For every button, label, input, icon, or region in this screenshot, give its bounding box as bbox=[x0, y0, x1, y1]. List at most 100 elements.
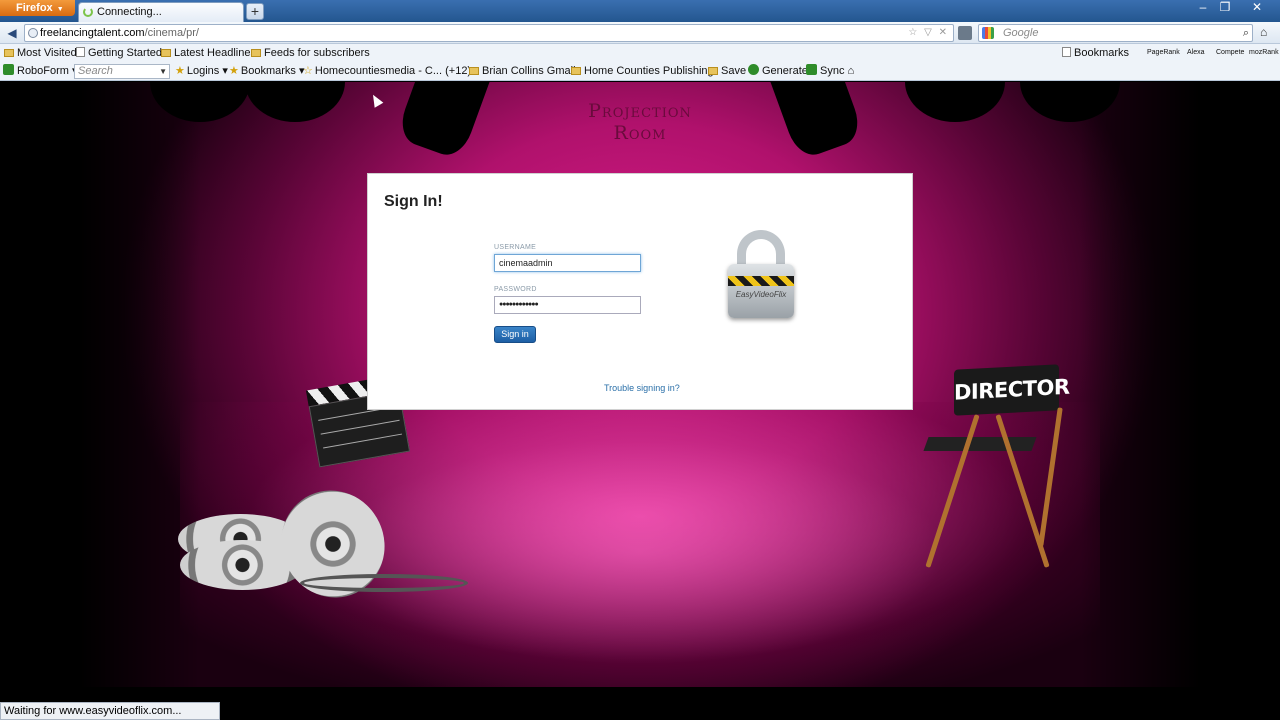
brian-gmail-login[interactable]: Brian Collins Gmail bbox=[469, 62, 576, 81]
publishing-label: Home Counties Publishing bbox=[584, 65, 714, 77]
bookmarks-icon bbox=[1062, 47, 1071, 57]
roboform-search-input[interactable]: Search ▼ bbox=[74, 64, 170, 79]
seo-mozrank[interactable]: mozRank bbox=[1249, 44, 1279, 62]
spotlight-icon bbox=[765, 82, 865, 161]
roboform-icon bbox=[3, 64, 14, 75]
bookmark-label: Most Visited bbox=[17, 47, 77, 59]
homecounties-login[interactable]: ☆ Homecountiesmedia - C... (+12) bbox=[303, 62, 471, 81]
url-host: freelancingtalent.com bbox=[40, 27, 145, 39]
home-counties-publishing-login[interactable]: Home Counties Publishing bbox=[571, 62, 714, 81]
folder-icon bbox=[4, 49, 14, 57]
sync-icon bbox=[806, 64, 817, 75]
save-label: Save bbox=[721, 65, 747, 77]
spotlight-icon bbox=[395, 82, 495, 161]
maximize-button[interactable]: ❐ bbox=[1214, 0, 1236, 16]
generate-button[interactable]: Generate bbox=[748, 62, 808, 81]
homecounties-count: (+12) bbox=[445, 65, 472, 77]
chair-seat bbox=[923, 437, 1037, 451]
lock-brand-logo: EasyVideoFlix bbox=[735, 290, 787, 299]
brian-label: Brian Collins Gmail bbox=[482, 65, 576, 77]
roboform-search-placeholder: Search bbox=[78, 65, 113, 77]
url-path: /cinema/pr/ bbox=[144, 27, 199, 39]
url-bar-actions[interactable]: ☆ ▽ ✕ bbox=[908, 25, 949, 41]
bookmark-feeds[interactable]: Feeds for subscribers bbox=[251, 44, 370, 62]
save-icon bbox=[708, 67, 718, 75]
new-tab-button[interactable]: + bbox=[246, 3, 264, 20]
search-engine-icon[interactable] bbox=[982, 27, 994, 39]
loading-spinner-icon bbox=[83, 7, 93, 17]
tab-title: Connecting... bbox=[97, 6, 162, 18]
navigation-toolbar: ◀ freelancingtalent.com/cinema/pr/ ☆ ▽ ✕… bbox=[0, 22, 1280, 44]
seo-pagerank[interactable]: PageRank bbox=[1147, 44, 1180, 62]
folder-icon bbox=[161, 49, 171, 57]
home-icon[interactable]: ⌂ bbox=[848, 65, 855, 77]
password-label: PASSWORD bbox=[494, 286, 537, 293]
roboform-menu[interactable]: RoboForm ▾ bbox=[3, 62, 78, 81]
minimize-button[interactable]: – bbox=[1192, 0, 1214, 16]
padlock-icon: EasyVideoFlix bbox=[728, 230, 794, 320]
firefox-menu-label: Firefox bbox=[16, 2, 53, 14]
spotlight-icon bbox=[245, 82, 345, 122]
signin-button[interactable]: Sign in bbox=[494, 326, 536, 343]
bookmark-label: Getting Started bbox=[88, 47, 162, 59]
roboform-label: RoboForm bbox=[17, 65, 69, 77]
username-field[interactable]: cinemaadmin bbox=[494, 254, 641, 272]
sync-button[interactable]: Sync ⌂ bbox=[806, 62, 854, 81]
login-icon bbox=[571, 67, 581, 75]
roboform-toolbar: RoboForm ▾ Search ▼ ★Logins ▾ ★Bookmarks … bbox=[0, 62, 1280, 81]
seo-compete[interactable]: Compete bbox=[1216, 44, 1244, 62]
back-button[interactable]: ◀ bbox=[4, 25, 20, 41]
seo-alexa[interactable]: Alexa bbox=[1187, 44, 1205, 62]
password-field[interactable]: ●●●●●●●●●●●● bbox=[494, 296, 641, 314]
bookmark-label: Latest Headlines bbox=[174, 47, 256, 59]
status-bar: Waiting for www.easyvideoflix.com... bbox=[0, 702, 220, 720]
search-input[interactable]: Google ⌕ bbox=[978, 24, 1253, 42]
hazard-stripe bbox=[728, 276, 794, 286]
film-strip-icon bbox=[300, 574, 468, 592]
sync-label: Sync bbox=[820, 65, 845, 77]
star-icon: ★ bbox=[229, 65, 239, 77]
chevron-down-icon: ▼ bbox=[56, 6, 64, 13]
home-icon[interactable]: ⌂ bbox=[1260, 25, 1267, 39]
trouble-signing-in-link[interactable]: Trouble signing in? bbox=[604, 383, 680, 393]
spotlight-icon bbox=[905, 82, 1005, 122]
stage-shadow-left bbox=[0, 82, 200, 687]
feed-icon[interactable] bbox=[958, 26, 972, 40]
stage-shadow-right bbox=[1080, 82, 1280, 687]
save-button[interactable]: Save bbox=[708, 62, 746, 81]
key-icon: ★ bbox=[175, 65, 185, 77]
bookmark-latest-headlines[interactable]: Latest Headlines bbox=[161, 44, 256, 62]
bookmark-most-visited[interactable]: Most Visited bbox=[4, 44, 77, 62]
bookmark-getting-started[interactable]: Getting Started bbox=[76, 44, 162, 62]
bookmark-label: Bookmarks bbox=[1074, 47, 1130, 59]
signin-card: Sign In! USERNAME cinemaadmin PASSWORD ●… bbox=[367, 173, 913, 410]
director-chair-icon: DIRECTOR bbox=[920, 364, 1070, 577]
bookmarks-label: Bookmarks bbox=[240, 65, 296, 77]
logins-menu[interactable]: ★ Logins ▾ bbox=[175, 62, 228, 81]
bookmarks-toolbar: Most Visited Getting Started Latest Head… bbox=[0, 44, 1280, 62]
bookmark-label: Feeds for subscribers bbox=[264, 47, 370, 59]
chevron-down-icon[interactable]: ▼ bbox=[159, 65, 167, 78]
padlock-body: EasyVideoFlix bbox=[728, 264, 794, 318]
username-label: USERNAME bbox=[494, 244, 537, 251]
site-identity-icon[interactable] bbox=[28, 28, 38, 38]
tab-active[interactable]: Connecting... bbox=[78, 2, 244, 22]
folder-icon bbox=[251, 49, 261, 57]
page-icon bbox=[76, 47, 85, 57]
slate-line bbox=[320, 419, 400, 435]
roboform-bookmarks-menu[interactable]: ★ Bookmarks ▾ bbox=[229, 62, 304, 81]
firefox-menu-button[interactable]: Firefox ▼ bbox=[0, 0, 75, 16]
bookmarks-menu[interactable]: Bookmarks bbox=[1062, 44, 1129, 62]
generate-label: Generate bbox=[762, 65, 808, 77]
url-bar[interactable]: freelancingtalent.com/cinema/pr/ ☆ ▽ ✕ bbox=[24, 24, 954, 42]
star-icon: ☆ bbox=[303, 65, 313, 77]
slate-line bbox=[323, 433, 403, 449]
generate-icon bbox=[748, 64, 759, 75]
signin-title: Sign In! bbox=[384, 193, 443, 210]
page-title: Projection Room bbox=[588, 100, 692, 144]
close-window-button[interactable]: ✕ bbox=[1238, 0, 1276, 16]
search-icon[interactable]: ⌕ bbox=[1243, 25, 1249, 41]
chair-leg bbox=[1038, 407, 1063, 547]
tab-strip: Firefox ▼ Connecting... + – ❐ ✕ bbox=[0, 0, 1280, 22]
projection-room-stage: Projection Room DIRECTOR Sign In! USERNA… bbox=[0, 82, 1280, 687]
